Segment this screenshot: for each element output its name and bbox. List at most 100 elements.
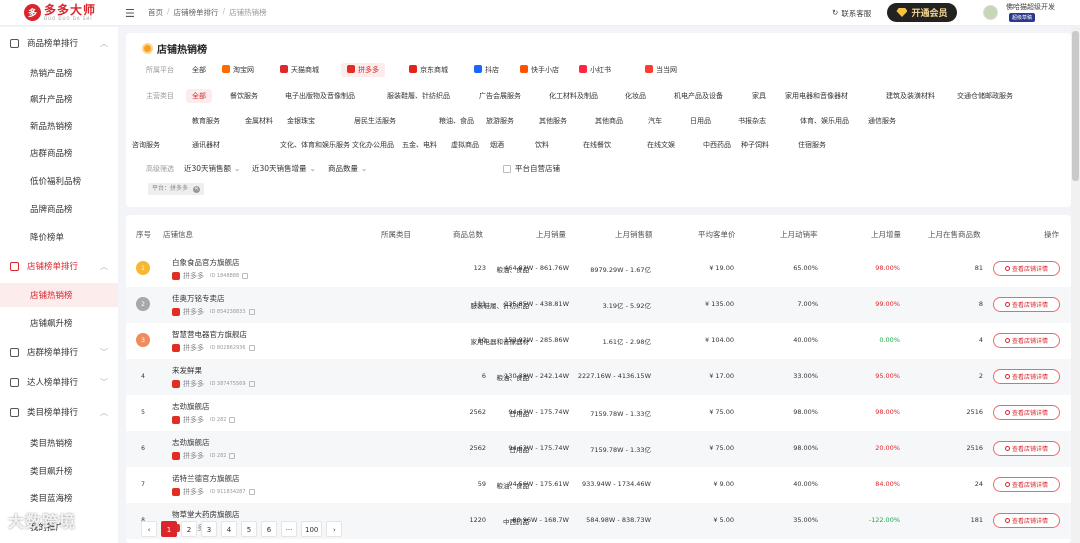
platform-chip[interactable]: 当当网 [639,63,683,77]
category-chip[interactable]: 餐饮服务 [224,89,264,103]
category-chip[interactable]: 家具 [746,89,772,103]
view-store-button[interactable]: 查看店铺详情 [993,261,1060,276]
page-button[interactable]: 5 [241,521,257,537]
category-chip[interactable]: 日用品 [684,114,717,128]
page-button[interactable]: ··· [281,521,297,537]
category-chip[interactable]: 五金、电料 [396,138,443,152]
sidebar-group[interactable]: 店铺榜单排行 ︿ [0,254,118,278]
platform-chip[interactable]: 京东商城 [403,63,454,77]
copy-icon[interactable] [248,381,255,387]
category-chip[interactable]: 文化、体育和娱乐服务 [274,138,356,152]
sidebar-item[interactable]: 店群商品榜 [0,141,118,165]
copy-icon[interactable] [229,453,236,459]
column-header[interactable]: 上月增量 [871,229,901,240]
store-name[interactable]: 诺特兰德官方旗舰店 [172,473,240,484]
filter-dropdown[interactable]: 商品数量 ⌄ [328,163,367,174]
category-chip[interactable]: 化工材料及制品 [543,89,604,103]
filter-dropdown[interactable]: 近30天销售额 ⌄ [184,163,240,174]
sidebar-group[interactable]: 店群榜单排行 ﹀ [0,340,118,364]
platform-chip[interactable]: 淘宝网 [216,63,260,77]
category-chip[interactable]: 广告会展服务 [473,89,527,103]
menu-fold-icon[interactable]: ☰ [125,7,135,20]
checkbox-box[interactable] [503,164,511,173]
category-chip[interactable]: 其他商品 [589,114,629,128]
category-chip[interactable]: 机电产品及设备 [668,89,729,103]
logo[interactable]: 多 多多大师 DUO DUO DA SHI [24,4,96,21]
category-chip[interactable]: 烟酒 [484,138,510,152]
category-chip[interactable]: 通信服务 [862,114,902,128]
sidebar-group[interactable]: 类目榜单排行 ︿ [0,400,118,424]
store-name[interactable]: 物草堂大药房旗舰店 [172,509,240,520]
platform-chip[interactable]: 小红书 [573,63,617,77]
platform-chip[interactable]: 天猫商城 [274,63,325,77]
category-chip[interactable]: 咨询服务 [126,138,166,152]
platform-chip[interactable]: 拼多多 [341,63,385,77]
category-chip[interactable]: 全部 [186,89,212,103]
page-button[interactable]: 2 [181,521,197,537]
category-chip[interactable]: 金属材料 [239,114,279,128]
category-chip[interactable]: 住宿服务 [792,138,832,152]
sidebar-item[interactable]: 类目飙升榜 [0,459,118,483]
scrollbar-thumb[interactable] [1072,31,1079,181]
category-chip[interactable]: 电子出版物及音像制品 [279,89,361,103]
copy-icon[interactable] [248,489,255,495]
sidebar-item[interactable]: 品牌商品榜 [0,197,118,221]
avatar[interactable] [983,5,998,20]
category-chip[interactable]: 书报杂志 [732,114,772,128]
page-button[interactable]: 1 [161,521,177,537]
category-chip[interactable]: 家用电器和音像器材 [779,89,854,103]
view-store-button[interactable]: 查看店铺详情 [993,513,1060,528]
page-button[interactable]: 100 [301,521,323,537]
sidebar-item[interactable]: 类目热销榜 [0,431,118,455]
column-header[interactable]: 商品总数 [453,229,483,240]
category-chip[interactable]: 在线餐饮 [577,138,617,152]
category-chip[interactable]: 教育服务 [186,114,226,128]
page-button[interactable]: 6 [261,521,277,537]
view-store-button[interactable]: 查看店铺详情 [993,405,1060,420]
platform-chip[interactable]: 全部 [186,63,212,77]
category-chip[interactable]: 体育、娱乐用品 [794,114,855,128]
sidebar-item[interactable]: 飙升产品榜 [0,87,118,111]
support-link[interactable]: ↻ 联系客服 [832,8,871,19]
category-chip[interactable]: 通讯器材 [186,138,226,152]
sidebar-item[interactable]: 新品热销榜 [0,114,118,138]
sidebar-item[interactable]: 低价福利品榜 [0,169,118,193]
sidebar-item[interactable]: 店铺飙升榜 [0,311,118,335]
view-store-button[interactable]: 查看店铺详情 [993,477,1060,492]
category-chip[interactable]: 居民生活服务 [348,114,402,128]
breadcrumb-store-ranking[interactable]: 店铺榜单排行 [174,7,219,18]
copy-icon[interactable] [248,309,255,315]
category-chip[interactable]: 虚拟商品 [445,138,485,152]
store-name[interactable]: 来发鲜果 [172,365,202,376]
view-store-button[interactable]: 查看店铺详情 [993,441,1060,456]
store-name[interactable]: 白象食品官方旗舰店 [172,257,240,268]
category-chip[interactable]: 交通仓储邮政服务 [951,89,1019,103]
category-chip[interactable]: 旅游服务 [480,114,520,128]
category-chip[interactable]: 在线文娱 [641,138,681,152]
copy-icon[interactable] [229,417,236,423]
sidebar-group[interactable]: 商品榜单排行 ︿ [0,31,118,55]
category-chip[interactable]: 金银珠宝 [281,114,321,128]
user-name[interactable]: 佛哈猫超级开发 [1006,2,1055,12]
next-page-button[interactable]: › [326,521,343,537]
category-chip[interactable]: 文化办公用品 [346,138,400,152]
category-chip[interactable]: 饮料 [529,138,555,152]
vip-button[interactable]: 开通会员 [887,3,957,22]
filter-dropdown[interactable]: 近30天销售增量 ⌄ [252,163,316,174]
page-button[interactable]: 4 [221,521,237,537]
view-store-button[interactable]: 查看店铺详情 [993,333,1060,348]
view-store-button[interactable]: 查看店铺详情 [993,297,1060,312]
category-chip[interactable]: 其他服务 [533,114,573,128]
page-button[interactable]: 3 [201,521,217,537]
platform-chip[interactable]: 快手小店 [514,63,565,77]
category-chip[interactable]: 中西药品 [697,138,737,152]
view-store-button[interactable]: 查看店铺详情 [993,369,1060,384]
category-chip[interactable]: 粮油、食品 [433,114,480,128]
breadcrumb-home[interactable]: 首页 [148,7,163,18]
category-chip[interactable]: 种子饲料 [735,138,775,152]
self-operated-checkbox[interactable]: 平台自营店铺 [503,163,560,174]
category-chip[interactable]: 服装鞋履、针纺织品 [381,89,456,103]
category-chip[interactable]: 汽车 [642,114,668,128]
sidebar-item[interactable]: 类目蓝海榜 [0,486,118,510]
store-name[interactable]: 志劲旗舰店 [172,401,210,412]
